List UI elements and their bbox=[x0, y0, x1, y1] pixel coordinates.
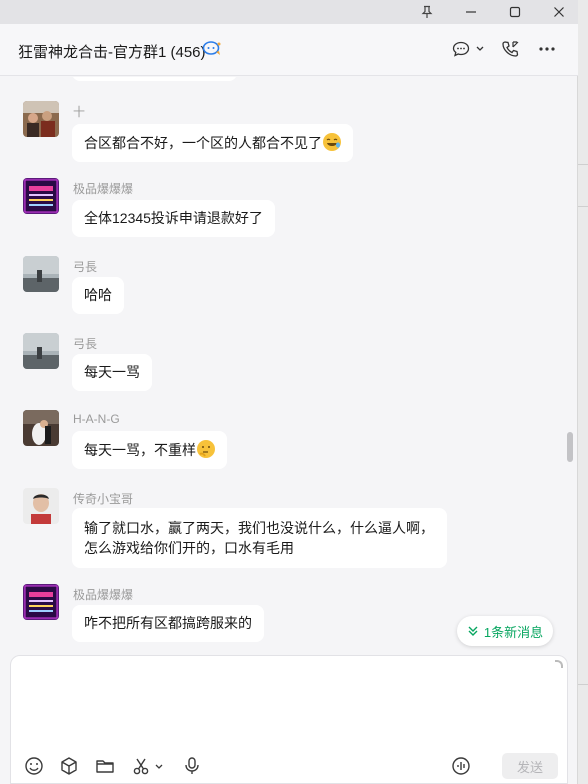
ai-chat-icon[interactable] bbox=[202, 40, 222, 63]
message-text: 全体12345投诉申请退款好了 bbox=[84, 210, 263, 226]
chat-header: 狂雷神龙合击-官方群1 (456) bbox=[0, 24, 578, 76]
avatar[interactable] bbox=[23, 101, 59, 137]
message-bubble[interactable]: 输了就口水，赢了两天，我们也没说什么，什么逼人啊，怎么游戏给你们开的，口水有毛用 bbox=[72, 508, 447, 568]
message-text: 输了就口水，赢了两天，我们也没说什么，什么逼人啊，怎么游戏给你们开的，口水有毛用 bbox=[84, 520, 434, 556]
resize-handle-icon[interactable] bbox=[555, 660, 563, 668]
new-messages-button[interactable]: 1条新消息 bbox=[457, 616, 553, 646]
close-icon[interactable] bbox=[537, 0, 581, 24]
message-text: 哈哈 bbox=[84, 287, 112, 303]
divider bbox=[578, 684, 588, 685]
more-icon[interactable] bbox=[538, 42, 556, 61]
sender-name: 十 bbox=[73, 105, 86, 119]
avatar[interactable] bbox=[23, 178, 59, 214]
sender-name: H-A-N-G bbox=[73, 412, 120, 426]
sender-name: 极品爆爆爆 bbox=[73, 182, 134, 196]
message-text: 每天一骂，不重样 bbox=[84, 442, 196, 458]
chat-bubble-icon[interactable] bbox=[452, 40, 486, 63]
message-bubble[interactable]: 每天一骂 bbox=[72, 354, 152, 391]
title-bar bbox=[0, 0, 578, 24]
folder-icon[interactable] bbox=[95, 756, 115, 781]
voice-message-icon[interactable] bbox=[451, 756, 471, 781]
minimize-icon[interactable] bbox=[449, 0, 493, 24]
message-bubble[interactable]: 咋不把所有区都搞跨服来的 bbox=[72, 605, 264, 642]
message-bubble[interactable]: 全体12345投诉申请退款好了 bbox=[72, 200, 275, 237]
message-bubble[interactable]: 合区都合不好，一个区的人都合不见了 bbox=[72, 124, 353, 162]
sender-name: 弓長 bbox=[73, 337, 98, 351]
sender-name: 传奇小宝哥 bbox=[73, 492, 134, 506]
avatar[interactable] bbox=[23, 584, 59, 620]
message-list[interactable]: 十 合区都合不好，一个区的人都合不见了 极品爆爆爆 全体12345投诉申请退款好… bbox=[0, 77, 578, 655]
chat-window: 狂雷神龙合击-官方群1 (456) 十 合区都合不好，一个区的人都合不见了 极品… bbox=[0, 0, 578, 784]
cube-icon[interactable] bbox=[59, 756, 79, 781]
divider bbox=[578, 164, 588, 165]
sender-name: 极品爆爆爆 bbox=[73, 588, 134, 602]
microphone-icon[interactable] bbox=[182, 756, 202, 781]
avatar[interactable] bbox=[23, 488, 59, 524]
send-button[interactable]: 发送 bbox=[502, 753, 558, 779]
message-text: 咋不把所有区都搞跨服来的 bbox=[84, 615, 252, 631]
avatar[interactable] bbox=[23, 410, 59, 446]
maximize-icon[interactable] bbox=[493, 0, 537, 24]
chat-title: 狂雷神龙合击-官方群1 (456) bbox=[18, 44, 206, 61]
double-chevron-down-icon bbox=[468, 626, 478, 636]
phone-call-icon[interactable] bbox=[501, 40, 521, 63]
new-messages-label: 1条新消息 bbox=[483, 624, 544, 640]
message-bubble[interactable]: 每天一骂，不重样 bbox=[72, 431, 227, 469]
message-bubble[interactable]: 哈哈 bbox=[72, 277, 124, 314]
message-text: 每天一骂 bbox=[84, 364, 140, 380]
sender-name: 弓長 bbox=[73, 260, 98, 274]
emoji-icon[interactable] bbox=[24, 756, 44, 781]
pin-icon[interactable] bbox=[405, 0, 449, 24]
laughing-emoji-icon bbox=[323, 133, 341, 151]
divider bbox=[578, 206, 588, 207]
scissors-icon[interactable] bbox=[131, 756, 167, 781]
scrollbar-thumb[interactable] bbox=[567, 432, 573, 462]
previous-message-bubble bbox=[72, 77, 237, 81]
avatar[interactable] bbox=[23, 333, 59, 369]
avatar[interactable] bbox=[23, 256, 59, 292]
thinking-emoji-icon bbox=[197, 440, 215, 458]
message-text: 合区都合不好，一个区的人都合不见了 bbox=[84, 135, 322, 151]
background-window-edge bbox=[578, 0, 588, 784]
message-input-area[interactable]: 发送 bbox=[10, 655, 568, 784]
